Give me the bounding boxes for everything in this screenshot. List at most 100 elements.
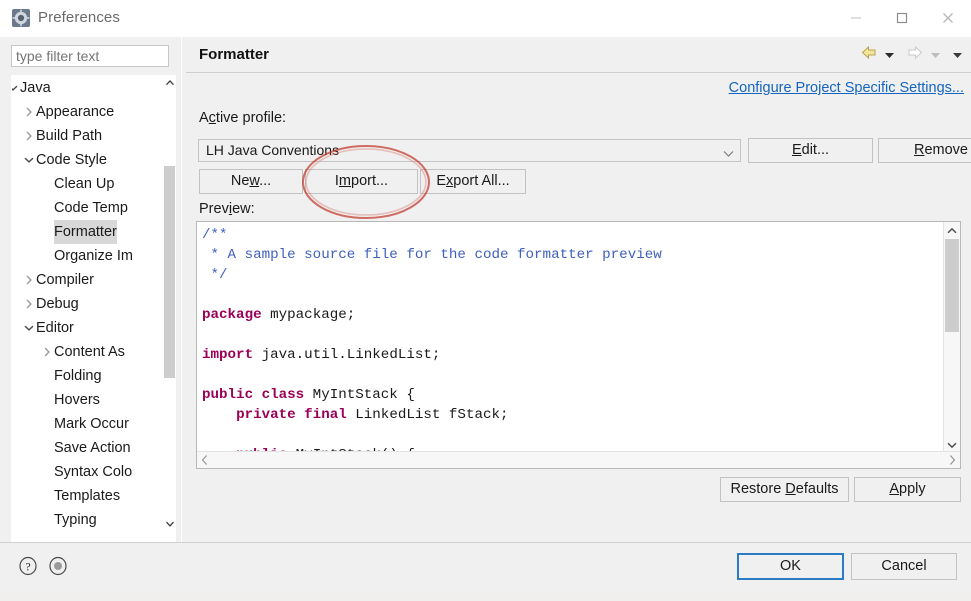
sidebar-item-label: Syntax Colo <box>54 464 133 480</box>
sidebar-item-appearance[interactable]: Appearance <box>12 100 164 124</box>
forward-dropdown-chevron-down-icon[interactable] <box>930 46 941 64</box>
svg-text:?: ? <box>25 560 30 574</box>
preview-scrollbar-thumb[interactable] <box>945 239 959 332</box>
preview-scroll-right-icon[interactable] <box>944 452 960 468</box>
chevron-down-icon[interactable] <box>22 148 36 172</box>
preview-scroll-up-icon[interactable] <box>944 222 960 239</box>
sidebar-item-compiler[interactable]: Compiler <box>12 268 164 292</box>
maximize-button[interactable] <box>879 0 925 36</box>
back-arrow-icon[interactable] <box>861 45 877 65</box>
tree-items-container: Java Appearance Build Path Code Style Clean … <box>12 76 164 531</box>
cancel-button[interactable]: Cancel <box>851 553 957 580</box>
sidebar-item-typing[interactable]: Typing <box>12 508 164 531</box>
restore-defaults-button[interactable]: Restore Defaults <box>720 477 849 502</box>
sidebar-item-code-temp[interactable]: Code Temp <box>12 196 164 220</box>
sidebar-item-folding[interactable]: Folding <box>12 364 164 388</box>
new-label-accelerator: w <box>249 173 260 189</box>
tree-vertical-scrollbar[interactable] <box>164 76 175 531</box>
configure-project-specific-settings-link[interactable]: Configure Project Specific Settings... <box>729 80 964 96</box>
preview-vertical-scrollbar[interactable] <box>943 222 960 453</box>
sidebar-item-code-style[interactable]: Code Style <box>12 148 164 172</box>
sidebar-item-label: Templates <box>54 488 121 504</box>
dialog-body: Java Appearance Build Path Code Style Clean … <box>0 37 971 566</box>
code-token: java.util.LinkedList; <box>253 347 441 363</box>
tree-scroll-down-icon[interactable] <box>164 517 175 531</box>
sidebar-item-label: Typing <box>54 512 97 528</box>
sidebar-item-label: Debug <box>36 296 79 312</box>
sidebar-item-label: Content As <box>54 344 125 360</box>
new-label-post: ... <box>259 173 272 189</box>
view-menu-chevron-down-icon[interactable] <box>952 46 963 64</box>
remove-profile-button[interactable]: Remove <box>878 138 971 163</box>
code-line: private final LinkedList fStack; <box>202 405 662 425</box>
sidebar-item-build-path[interactable]: Build Path <box>12 124 164 148</box>
export-all-button[interactable]: Export All... <box>420 169 526 194</box>
code-preview-box[interactable]: /** * A sample source file for the code … <box>196 221 961 469</box>
preview-scroll-left-icon[interactable] <box>197 452 213 468</box>
chevron-right-icon[interactable] <box>22 100 36 124</box>
edit-profile-button[interactable]: Edit... <box>748 138 873 163</box>
active-profile-combo[interactable]: LH Java Conventions <box>198 139 741 162</box>
restore-label-pre: Restore <box>730 481 786 497</box>
sidebar-item-editor[interactable]: Editor <box>12 316 164 340</box>
remove-label-accelerator: R <box>913 142 925 158</box>
sidebar-item-label: Folding <box>54 368 102 384</box>
chevron-down-icon[interactable] <box>12 76 20 100</box>
active-profile-label-pre: A <box>199 110 209 126</box>
new-profile-button[interactable]: New... <box>199 169 303 194</box>
sidebar-item-syntax-colo[interactable]: Syntax Colo <box>12 460 164 484</box>
active-profile-label: Active profile: <box>199 110 286 126</box>
page-header: Formatter <box>186 39 971 73</box>
tree-scrollbar-thumb[interactable] <box>164 166 175 378</box>
sidebar-item-organize-im[interactable]: Organize Im <box>12 244 164 268</box>
sidebar-item-formatter[interactable]: Formatter <box>12 220 164 244</box>
sidebar-item-java[interactable]: Java <box>12 76 164 100</box>
new-label-pre: Ne <box>230 173 250 189</box>
restore-label-post: efaults <box>795 481 839 497</box>
import-label-accelerator: m <box>338 173 352 189</box>
active-profile-label-accelerator: c <box>208 110 216 126</box>
sidebar-item-mark-occur[interactable]: Mark Occur <box>12 412 164 436</box>
apply-button[interactable]: Apply <box>854 477 961 502</box>
chevron-down-icon <box>723 145 734 163</box>
edit-label-post: dit... <box>801 142 830 158</box>
chevron-right-icon[interactable] <box>22 124 36 148</box>
chevron-right-icon[interactable] <box>22 292 36 316</box>
sidebar-item-label: Mark Occur <box>54 416 129 432</box>
sidebar-item-clean-up[interactable]: Clean Up <box>12 172 164 196</box>
code-token: mypackage; <box>261 307 356 323</box>
sidebar-item-label: Build Path <box>36 128 103 144</box>
sidebar-item-content-as[interactable]: Content As <box>12 340 164 364</box>
import-button[interactable]: Import... <box>305 169 418 194</box>
code-token: public class <box>202 387 305 403</box>
export-label-post: port All... <box>453 173 510 189</box>
preferences-tree[interactable]: Java Appearance Build Path Code Style Clean … <box>11 75 176 549</box>
sidebar-item-hovers[interactable]: Hovers <box>12 388 164 412</box>
preview-horizontal-scrollbar[interactable] <box>197 451 960 468</box>
chevron-right-icon[interactable] <box>22 268 36 292</box>
code-token: * A sample source file for the code form… <box>202 247 662 263</box>
chevron-down-icon[interactable] <box>22 316 36 340</box>
chevron-right-icon[interactable] <box>40 340 54 364</box>
sidebar-item-label: Formatter <box>54 220 117 244</box>
close-button[interactable] <box>925 0 971 36</box>
restore-label-accelerator: D <box>785 481 796 497</box>
back-dropdown-chevron-down-icon[interactable] <box>884 46 895 64</box>
title-bar: Preferences <box>0 0 971 38</box>
tree-scroll-up-icon[interactable] <box>164 76 175 90</box>
panel-divider <box>181 37 182 542</box>
code-token: LinkedList fStack; <box>346 407 509 423</box>
sidebar-item-templates[interactable]: Templates <box>12 484 164 508</box>
sidebar-item-debug[interactable]: Debug <box>12 292 164 316</box>
preferences-dialog: Preferences Java Appearance Build Path Code… <box>0 0 971 601</box>
help-question-icon[interactable]: ? <box>18 556 38 576</box>
sidebar-item-save-action[interactable]: Save Action <box>12 436 164 460</box>
record-dot-icon[interactable] <box>48 556 68 576</box>
sidebar-item-label: Save Action <box>54 440 131 456</box>
window-title: Preferences <box>38 9 120 26</box>
preview-label-pre: Prev <box>199 201 229 217</box>
minimize-button[interactable] <box>833 0 879 36</box>
filter-input[interactable] <box>11 45 169 67</box>
forward-arrow-icon[interactable] <box>907 45 923 65</box>
ok-button[interactable]: OK <box>737 553 844 580</box>
